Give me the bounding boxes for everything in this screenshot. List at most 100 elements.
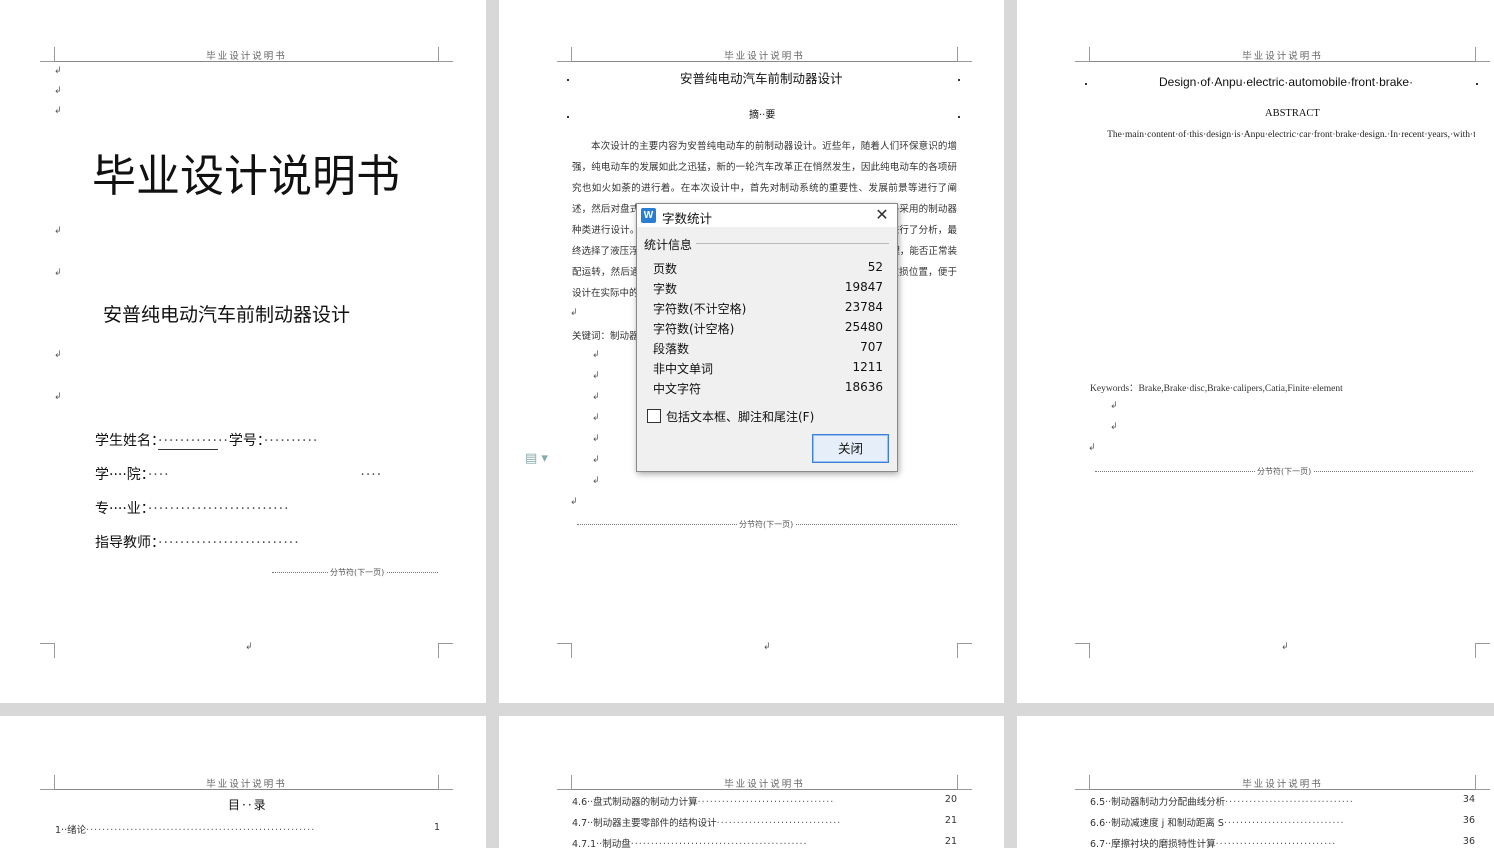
- crop-mark: [957, 47, 972, 62]
- paragraph-mark: ↲: [54, 106, 62, 116]
- format-mark: [567, 116, 569, 118]
- paste-options-icon[interactable]: ▤ ▾: [525, 451, 548, 466]
- paragraph-mark: ↲: [592, 371, 600, 381]
- crop-mark: [557, 643, 572, 658]
- toc-entry[interactable]: 1··绪论···································…: [55, 822, 440, 836]
- paragraph-mark: ↲: [1110, 401, 1118, 411]
- close-icon[interactable]: ✕: [873, 206, 891, 224]
- blank-underline[interactable]: ··························: [148, 501, 290, 517]
- stat-chars-no-spaces: 字符数(不计空格) 23784: [653, 300, 883, 320]
- paragraph-mark: ↲: [592, 455, 600, 465]
- header-rule: [572, 789, 957, 790]
- dialog-titlebar[interactable]: W 字数统计 ✕: [637, 204, 897, 227]
- stat-chars-with-spaces: 字符数(计空格) 25480: [653, 320, 883, 340]
- include-textboxes-label[interactable]: 包括文本框、脚注和尾注(F): [666, 408, 814, 425]
- toc-entry[interactable]: 4.7··制动器主要零部件的结构设计······················…: [572, 815, 957, 829]
- page-4[interactable]: 毕业设计说明书 目··录 1··绪论······················…: [0, 716, 486, 848]
- include-textboxes-checkbox[interactable]: [647, 409, 661, 423]
- abstract-heading-en: ABSTRACT: [1265, 108, 1320, 119]
- page-header: 毕业设计说明书: [724, 51, 805, 62]
- stat-value: 25480: [844, 320, 883, 334]
- paragraph-mark: ↲: [592, 434, 600, 444]
- stat-label: 字符数(不计空格): [653, 302, 747, 316]
- header-rule: [572, 61, 957, 62]
- crop-mark: [1075, 775, 1090, 790]
- page-title: 毕业设计说明书: [92, 151, 400, 202]
- field-college: 学····院：···· ····: [95, 464, 382, 484]
- blank-underline[interactable]: ···· ····: [148, 467, 382, 483]
- crop-mark: [957, 775, 972, 790]
- blank-underline[interactable]: ··························: [158, 535, 300, 551]
- format-mark: [567, 79, 569, 81]
- page-5[interactable]: 毕业设计说明书 4.6··盘式制动器的制动力计算················…: [499, 716, 1004, 848]
- toc-title: 目··录: [228, 798, 268, 812]
- toc-entry[interactable]: 4.7.1··制动盘······························…: [572, 836, 957, 848]
- section-break: 分节符(下一页): [272, 567, 438, 578]
- field-label: 学生姓名：: [95, 433, 158, 449]
- section-break: 分节符(下一页): [1095, 466, 1473, 477]
- stat-value: 23784: [844, 300, 883, 314]
- toc-entry[interactable]: 6.5··制动器制动力分配曲线分析·······················…: [1090, 794, 1475, 808]
- paragraph-mark: ↲: [1088, 443, 1096, 453]
- toc-entry[interactable]: 4.6··盘式制动器的制动力计算························…: [572, 794, 957, 808]
- stat-value: 19847: [844, 280, 883, 294]
- stat-label: 中文字符: [653, 382, 702, 396]
- field-label: 学····院：: [95, 467, 148, 483]
- word-count-dialog[interactable]: W 字数统计 ✕ 统计信息 页数 52 字数 19847 字符数(不计空格) 2…: [636, 203, 898, 472]
- toc-entry[interactable]: 6.6··制动减速度 j 和制动距离 S····················…: [1090, 815, 1475, 829]
- thesis-title-en: Design·of·Anpu·electric·automobile·front…: [1159, 75, 1414, 89]
- field-label: 学号：: [228, 433, 264, 449]
- stat-label: 段落数: [653, 342, 690, 356]
- field-label: 指导教师：: [95, 535, 158, 551]
- stat-value: 1211: [852, 360, 883, 374]
- stat-label: 字数: [653, 282, 678, 296]
- thesis-title-cn: 安普纯电动汽车前制动器设计: [680, 71, 843, 86]
- stat-value: 18636: [844, 380, 883, 394]
- close-button[interactable]: 关闭: [812, 434, 889, 463]
- crop-mark: [438, 643, 453, 658]
- crop-mark: [438, 47, 453, 62]
- stat-value: 52: [867, 260, 883, 274]
- stat-label: 字符数(计空格): [653, 322, 735, 336]
- paragraph-mark: ↲: [54, 350, 62, 360]
- crop-mark: [40, 47, 55, 62]
- field-advisor: 指导教师：··························: [95, 532, 300, 552]
- dialog-title: 字数统计: [662, 211, 713, 226]
- paragraph-mark: ↲: [54, 86, 62, 96]
- blank-underline[interactable]: ··········: [264, 433, 319, 449]
- stat-pages: 页数 52: [653, 260, 883, 280]
- toc-entry[interactable]: 6.7··摩擦衬块的磨损特性计算························…: [1090, 836, 1475, 848]
- stat-words: 字数 19847: [653, 280, 883, 300]
- paragraph-mark: ↲: [245, 642, 253, 652]
- field-label: 专····业：: [95, 501, 148, 517]
- field-student-name: 学生姓名：·············学号：··········: [95, 433, 319, 450]
- paragraph-mark: ↲: [592, 413, 600, 423]
- blank-underline[interactable]: ···········: [158, 433, 218, 450]
- crop-mark: [957, 643, 972, 658]
- keywords: 关键词：制动器: [572, 331, 639, 342]
- statistics-group-label: 统计信息: [644, 238, 693, 252]
- abstract-body-en: The·main·content·of·this·design·is·Anpu·…: [1107, 130, 1475, 140]
- paragraph-mark: ↲: [1110, 422, 1118, 432]
- format-mark: [958, 116, 960, 118]
- crop-mark: [557, 775, 572, 790]
- page-6[interactable]: 毕业设计说明书 6.5··制动器制动力分配曲线分析···············…: [1017, 716, 1494, 848]
- format-mark: [1476, 83, 1478, 85]
- page-3[interactable]: 毕业设计说明书 Design·of·Anpu·electric·automobi…: [1017, 0, 1494, 703]
- header-rule: [1090, 61, 1475, 62]
- paragraph-mark: ↲: [54, 392, 62, 402]
- paragraph-mark: ↲: [54, 66, 62, 76]
- stat-value: 707: [860, 340, 883, 354]
- page-1[interactable]: 毕业设计说明书 ↲ ↲ ↲ 毕业设计说明书 ↲ ↲ 安普纯电动汽车前制动器设计 …: [0, 0, 486, 703]
- crop-mark: [1475, 775, 1490, 790]
- paragraph-mark: ↲: [763, 642, 771, 652]
- header-rule: [55, 789, 438, 790]
- page-header: 毕业设计说明书: [1242, 779, 1323, 790]
- format-mark: [1085, 83, 1087, 85]
- stat-label: 页数: [653, 262, 678, 276]
- crop-mark: [557, 47, 572, 62]
- paragraph-mark: ↲: [54, 268, 62, 278]
- crop-mark: [40, 643, 55, 658]
- word-app-icon: W: [641, 208, 656, 223]
- abstract-heading: 摘··要: [749, 110, 776, 121]
